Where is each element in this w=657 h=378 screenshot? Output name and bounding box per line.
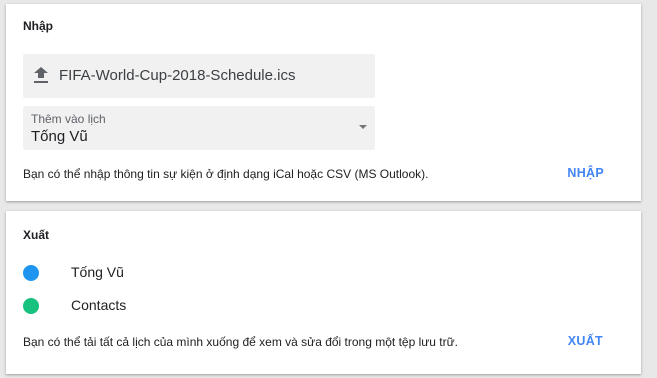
calendar-color-dot	[23, 298, 39, 314]
calendar-select[interactable]: Thêm vào lịch Tống Vũ	[23, 106, 375, 150]
file-input[interactable]: FIFA-World-Cup-2018-Schedule.ics	[23, 54, 375, 98]
calendar-select-value: Tống Vũ	[31, 128, 88, 145]
import-button[interactable]: NHẬP	[567, 166, 604, 180]
import-description: Bạn có thể nhập thông tin sự kiện ở định…	[23, 167, 429, 181]
export-title: Xuất	[23, 228, 50, 242]
export-button[interactable]: XUẤT	[568, 334, 603, 348]
calendar-color-dot	[23, 265, 39, 281]
import-title: Nhập	[23, 19, 53, 33]
file-name: FIFA-World-Cup-2018-Schedule.ics	[59, 67, 296, 84]
export-card: Xuất Tống Vũ Contacts Bạn có thể tải tất…	[6, 211, 641, 374]
calendar-name: Tống Vũ	[71, 264, 124, 280]
calendar-select-label: Thêm vào lịch	[31, 112, 106, 126]
calendar-name: Contacts	[71, 297, 127, 313]
upload-icon	[34, 67, 48, 83]
export-description: Bạn có thể tải tất cả lịch của mình xuốn…	[23, 335, 458, 349]
dropdown-arrow-icon	[359, 125, 367, 129]
import-card: Nhập FIFA-World-Cup-2018-Schedule.ics Th…	[6, 4, 641, 201]
